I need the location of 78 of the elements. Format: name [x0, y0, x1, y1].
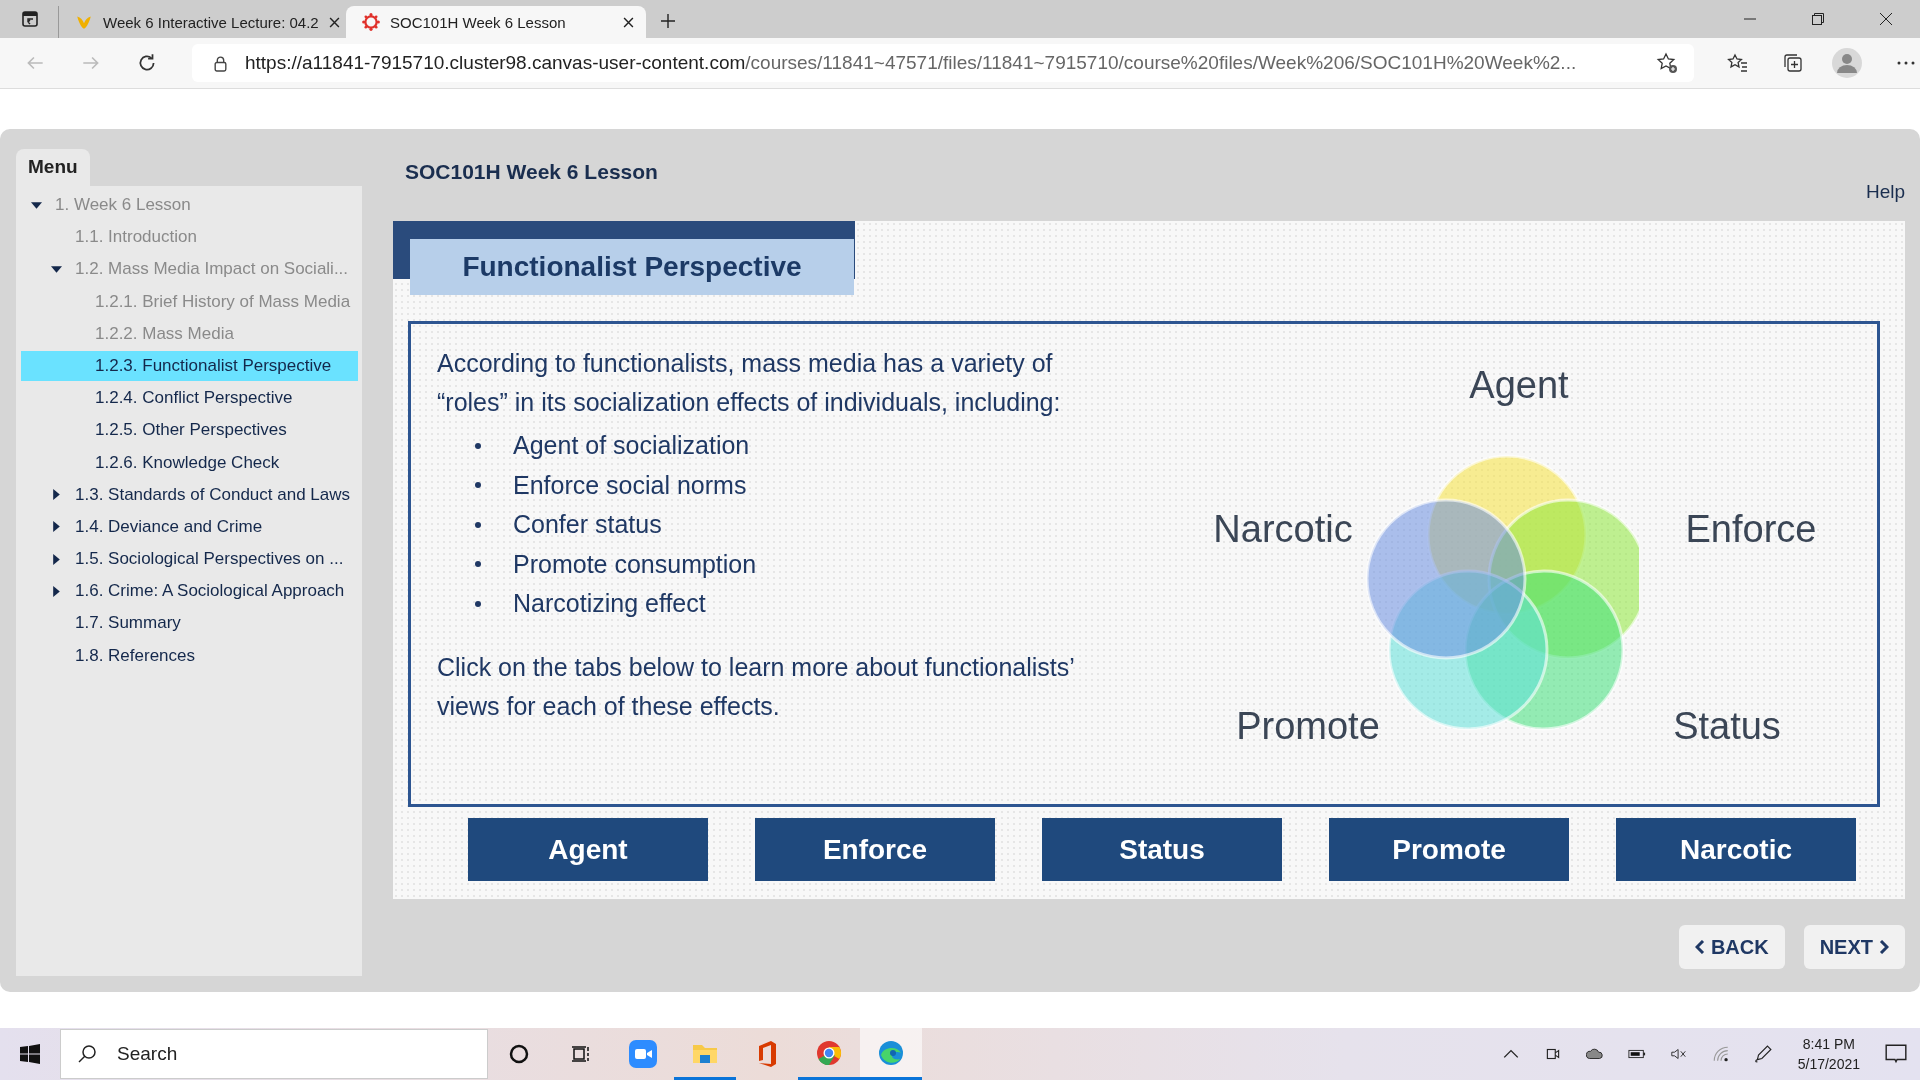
tab-title: Week 6 Interactive Lecture: 04.2 [103, 13, 319, 31]
wave-logo-icon [877, 1038, 905, 1067]
topic-tab-button[interactable]: Agent [468, 818, 708, 881]
tab-title: SOC101H Week 6 Lesson [390, 13, 567, 31]
intro-paragraph: According to functionalists, mass media has a variety of “roles” in its socialization effects of individuals, including: [437, 348, 1062, 418]
tab-actions-icon[interactable] [20, 9, 40, 29]
wifi-icon[interactable] [1711, 1045, 1730, 1063]
bullet-icon [475, 442, 481, 449]
close-icon[interactable] [1880, 13, 1892, 25]
profile-avatar-icon[interactable] [1832, 48, 1862, 78]
taskbar-search-field[interactable]: Search [60, 1029, 488, 1079]
instruction-paragraph: Click on the tabs below to learn more about functionalists’ views for each of these effects. [437, 651, 1075, 722]
muted-speaker-icon[interactable] [1669, 1045, 1688, 1063]
collapsed-triangle-icon[interactable] [51, 489, 62, 501]
collapsed-triangle-icon[interactable] [51, 521, 62, 533]
clock-date: 5/17/2021 [1797, 1055, 1860, 1074]
chevron-right-icon [1879, 940, 1889, 954]
help-link[interactable]: Help [1865, 181, 1905, 203]
dotted-circle-icon [362, 13, 380, 31]
favorites-icon[interactable] [1727, 52, 1749, 74]
browser-tab[interactable]: SOC101H Week 6 Lesson [346, 6, 646, 38]
expanded-triangle-icon[interactable] [51, 263, 62, 275]
topic-tab-button[interactable]: Status [1042, 818, 1282, 881]
collapsed-triangle-icon[interactable] [51, 553, 62, 565]
search-icon [77, 1044, 97, 1064]
bullet-icon [475, 600, 481, 607]
video-camera-icon [629, 1040, 657, 1068]
bullet-icon [475, 561, 481, 568]
diagram-label: Promote [1236, 707, 1380, 745]
url-text: https://a11841-7915710.cluster98.canvas-user-content.com/courses/11841~47571/files/11841~7915710/course%20files/Week%206/SOC101H%20Week%2... [245, 52, 1578, 74]
menu-tab[interactable]: Menu [16, 149, 90, 186]
bullet-text: Confer status [513, 510, 662, 540]
menu-item[interactable]: 1.4. Deviance and Crime [21, 511, 358, 542]
clock-time: 8:41 PM [1802, 1035, 1855, 1054]
diagram-label: Agent [1469, 366, 1569, 404]
pen-icon[interactable] [1753, 1045, 1772, 1063]
browser-logo-icon [815, 1038, 843, 1067]
menu-item[interactable]: 1.7. Summary [21, 608, 358, 639]
chevron-left-icon [1694, 940, 1705, 954]
address-bar[interactable]: https://a11841-7915710.cluster98.canvas-user-content.com/courses/11841~47571/files/11841~7915710/course%20files/Week%206/SOC101H%20Week%2... [192, 44, 1694, 82]
circle-icon [509, 1044, 529, 1064]
collapsed-triangle-icon[interactable] [51, 585, 62, 597]
restore-icon[interactable] [1812, 13, 1824, 25]
next-button[interactable]: NEXT [1803, 925, 1905, 969]
close-icon[interactable] [328, 16, 340, 28]
menu-item[interactable]: 1.2.6. Knowledge Check [21, 447, 358, 478]
expanded-triangle-icon[interactable] [31, 199, 42, 211]
menu-item[interactable]: 1.2.4. Conflict Perspective [21, 383, 358, 414]
diagram-label: Enforce [1685, 510, 1817, 548]
lock-icon [212, 54, 229, 72]
diagram-label: Status [1673, 707, 1781, 745]
new-tab-icon[interactable] [660, 13, 676, 29]
windows-logo-icon [20, 1044, 40, 1064]
menu-item[interactable]: 1.8. References [21, 640, 358, 671]
menu-item[interactable]: 1.6. Crime: A Sociological Approach [21, 576, 358, 607]
diagram-label: Narcotic [1213, 510, 1353, 548]
menu-item[interactable]: 1.3. Standards of Conduct and Laws [21, 479, 358, 510]
star-plus-icon[interactable] [1656, 52, 1678, 74]
bullet-icon [475, 482, 481, 489]
bullet-text: Narcotizing effect [513, 589, 706, 619]
menu-item[interactable]: 1.5. Sociological Perspectives on ... [21, 544, 358, 575]
close-icon[interactable] [623, 16, 634, 28]
back-button[interactable]: BACK [1678, 925, 1785, 969]
edge-app-button[interactable] [860, 1028, 922, 1080]
menu-item[interactable]: 1.2.3. Functionalist Perspective [21, 350, 358, 381]
bullet-text: Agent of socialization [513, 431, 750, 461]
collections-icon[interactable] [1782, 52, 1804, 74]
menu-item[interactable]: 1.2.5. Other Perspectives [21, 415, 358, 446]
bullet-text: Enforce social norms [513, 470, 747, 500]
topic-tab-button[interactable]: Narcotic [1616, 818, 1856, 881]
slide-title: Functionalist Perspective [410, 239, 854, 295]
bullet-icon [475, 521, 481, 528]
topic-tab-button[interactable]: Promote [1329, 818, 1569, 881]
lesson-title: SOC101H Week 6 Lesson [405, 160, 658, 184]
bullet-text: Promote consumption [513, 549, 757, 579]
task-view-icon [571, 1044, 591, 1064]
clock[interactable]: 8:41 PM 5/17/2021 [1797, 1034, 1860, 1074]
topic-tab-button[interactable]: Enforce [755, 818, 995, 881]
